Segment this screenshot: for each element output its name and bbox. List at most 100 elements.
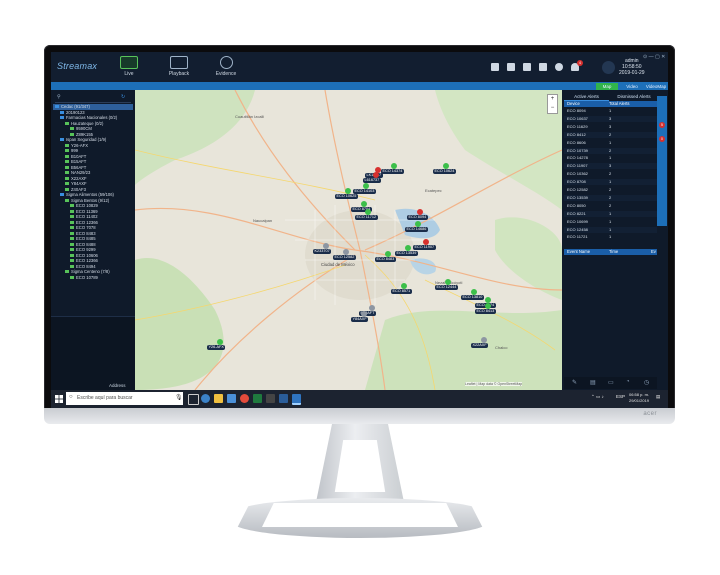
vehicle-marker-label[interactable]: ECO 8094 bbox=[407, 215, 428, 220]
app-icon[interactable] bbox=[266, 394, 275, 403]
user-date: 2019-01-29 bbox=[619, 70, 645, 76]
printer-icon[interactable] bbox=[539, 63, 547, 71]
tree-item-label: Z89K155 bbox=[76, 131, 93, 137]
taskbar-clock[interactable]: 06:58 p. m. 29/01/2019 bbox=[629, 392, 649, 403]
alerts-table-header: Device Total Alerts bbox=[564, 101, 657, 107]
table-row[interactable]: ECO 10362 2 bbox=[564, 171, 657, 178]
table-row[interactable]: ECO 8412 2 bbox=[564, 131, 657, 138]
side-toolbar[interactable] bbox=[657, 96, 667, 226]
folder-icon bbox=[55, 105, 59, 109]
nav-live[interactable]: Live bbox=[105, 55, 153, 79]
clipboard-icon[interactable]: ▤ bbox=[590, 379, 596, 386]
vehicle-marker-label[interactable]: ECO 12444 bbox=[435, 285, 458, 290]
vehicle-marker-label[interactable]: ECO 14103 bbox=[353, 189, 376, 194]
refresh-icon[interactable]: ↻ bbox=[121, 94, 125, 100]
chat-icon[interactable]: ▭ bbox=[608, 379, 614, 386]
table-row[interactable]: ECO 10739 2 bbox=[564, 147, 657, 154]
table-row[interactable]: ECO 13539 2 bbox=[564, 194, 657, 202]
window-icon[interactable] bbox=[523, 63, 531, 71]
microphone-icon[interactable]: 🎙 bbox=[175, 394, 183, 401]
tree-item-label: B15AFT bbox=[71, 159, 87, 164]
speaker-icon[interactable]: ◔ bbox=[626, 379, 630, 385]
tray-icons[interactable]: ⌃ ▭ ♪ bbox=[591, 394, 604, 400]
active-app-icon[interactable] bbox=[292, 394, 301, 405]
table-row[interactable]: ECO 10637 3 bbox=[564, 115, 657, 123]
vehicle-marker-label[interactable]: K233707 bbox=[313, 249, 332, 254]
task-view-icon[interactable] bbox=[188, 394, 199, 405]
tree-item[interactable]: ECO 10789 bbox=[53, 275, 133, 281]
pen-icon[interactable]: ✎ bbox=[572, 379, 577, 386]
user-info: admin 10:58:50 2019-01-29 bbox=[619, 58, 645, 76]
tab-active-alerts[interactable]: Active Alerts bbox=[564, 93, 609, 101]
file-explorer-icon[interactable] bbox=[214, 394, 223, 403]
tree-search[interactable]: ⚲ ↻ bbox=[55, 94, 131, 103]
nav-evidence-label: Evidence bbox=[215, 71, 237, 77]
download-icon[interactable] bbox=[555, 63, 563, 71]
vehicle-marker-label[interactable]: Y26-AFX bbox=[207, 345, 226, 350]
table-row[interactable]: ECO 12458 1 bbox=[564, 226, 657, 233]
clock-icon[interactable]: ◷ bbox=[644, 379, 649, 386]
mail-icon[interactable] bbox=[227, 394, 236, 403]
tab-map[interactable]: Map bbox=[596, 83, 618, 90]
device-cell: ECO 11629 bbox=[567, 123, 588, 129]
window-controls[interactable]: ⊙ — ▢ ✕ bbox=[643, 54, 665, 60]
table-row[interactable]: ECO 8050 2 bbox=[564, 202, 657, 209]
map-attribution: Leaflet | Map data © OpenStreetMap bbox=[465, 382, 523, 386]
table-row[interactable]: ECO 11721 1 bbox=[564, 234, 657, 241]
chrome-icon[interactable] bbox=[240, 394, 249, 403]
total-alerts-cell: 2 bbox=[609, 194, 612, 200]
nav-playback[interactable]: Playback bbox=[155, 55, 203, 79]
tree-item-label: 999 bbox=[71, 148, 78, 153]
vehicle-marker-label[interactable]: ECO 11907 bbox=[413, 245, 436, 250]
map-view[interactable]: Cuautitlán Izcalli Ecatepec Naucalpan Ci… bbox=[135, 90, 562, 390]
vehicle-marker-label[interactable]: ECO 13539 bbox=[395, 251, 418, 256]
excel-icon[interactable] bbox=[253, 394, 262, 403]
vehicle-marker-label[interactable]: ECO 14374 bbox=[381, 169, 404, 174]
table-row[interactable]: ECO 14278 1 bbox=[564, 155, 657, 162]
sub-bar bbox=[51, 82, 668, 90]
zoom-control[interactable]: + − bbox=[547, 94, 558, 114]
vehicle-marker-label[interactable]: X22AXF bbox=[471, 343, 489, 348]
folder-icon bbox=[60, 116, 64, 120]
total-alerts-cell: 3 bbox=[609, 123, 612, 129]
table-row[interactable]: ECO 8221 1 bbox=[564, 210, 657, 217]
table-row[interactable]: ECO 11907 3 bbox=[564, 163, 657, 170]
table-row[interactable]: ECO 11629 3 bbox=[564, 123, 657, 130]
tab-videomap[interactable]: VideoMap bbox=[645, 83, 667, 90]
vehicle-marker-label[interactable]: ECO 14686 bbox=[405, 227, 428, 232]
streamax-taskbar-icon[interactable] bbox=[279, 394, 288, 403]
language-indicator[interactable]: ESP bbox=[616, 394, 625, 399]
table-row[interactable]: ECO 8606 1 bbox=[564, 139, 657, 146]
edge-icon[interactable] bbox=[201, 394, 210, 403]
vehicle-marker-label[interactable]: ECO 8571 bbox=[391, 289, 412, 294]
vehicle-icon bbox=[70, 127, 74, 131]
table-row[interactable]: ECO 12582 2 bbox=[564, 187, 657, 194]
vehicle-marker-label[interactable]: ECO 10625 bbox=[335, 194, 358, 199]
table-row[interactable]: ECO 8094 1 bbox=[564, 108, 657, 115]
tab-video[interactable]: Video bbox=[621, 83, 643, 90]
list-icon[interactable] bbox=[491, 63, 499, 71]
vehicle-marker-label[interactable]: ECO 12582 bbox=[333, 255, 356, 260]
vehicle-marker-label[interactable]: ECO 8483 bbox=[375, 257, 396, 262]
vehicle-icon bbox=[65, 198, 69, 202]
table-row[interactable]: ECO 8708 1 bbox=[564, 179, 657, 186]
screen-icon[interactable] bbox=[507, 63, 515, 71]
vehicle-marker-label[interactable]: Y84AXF bbox=[351, 317, 369, 322]
windows-start-icon[interactable] bbox=[55, 395, 63, 403]
vehicle-marker-label[interactable]: ECO 8413 bbox=[475, 309, 496, 314]
events-table-header: Event Name Time Ev bbox=[564, 249, 657, 255]
vehicle-marker-label[interactable]: ECO 13810 bbox=[461, 295, 484, 300]
tab-dismissed-alerts[interactable]: Dismissed Alerts bbox=[611, 93, 657, 100]
vehicle-marker-label[interactable]: ECO 10624 bbox=[433, 169, 456, 174]
notifications-icon[interactable]: ▤ bbox=[656, 394, 660, 400]
folder-icon bbox=[60, 193, 64, 197]
table-row[interactable]: ECO 10699 1 bbox=[564, 218, 657, 225]
vehicle-icon bbox=[70, 231, 74, 235]
vehicle-marker-label[interactable]: ECO 11712 bbox=[355, 215, 378, 220]
tree-item-label: ECO 7078 bbox=[76, 225, 96, 230]
tree-item-label: Sigma Centeno (7/8) bbox=[71, 269, 110, 274]
map-place-label: Ciudad de México bbox=[321, 262, 355, 267]
avatar[interactable] bbox=[602, 61, 615, 74]
folder-icon bbox=[60, 138, 64, 142]
nav-evidence[interactable]: Evidence bbox=[202, 55, 250, 79]
